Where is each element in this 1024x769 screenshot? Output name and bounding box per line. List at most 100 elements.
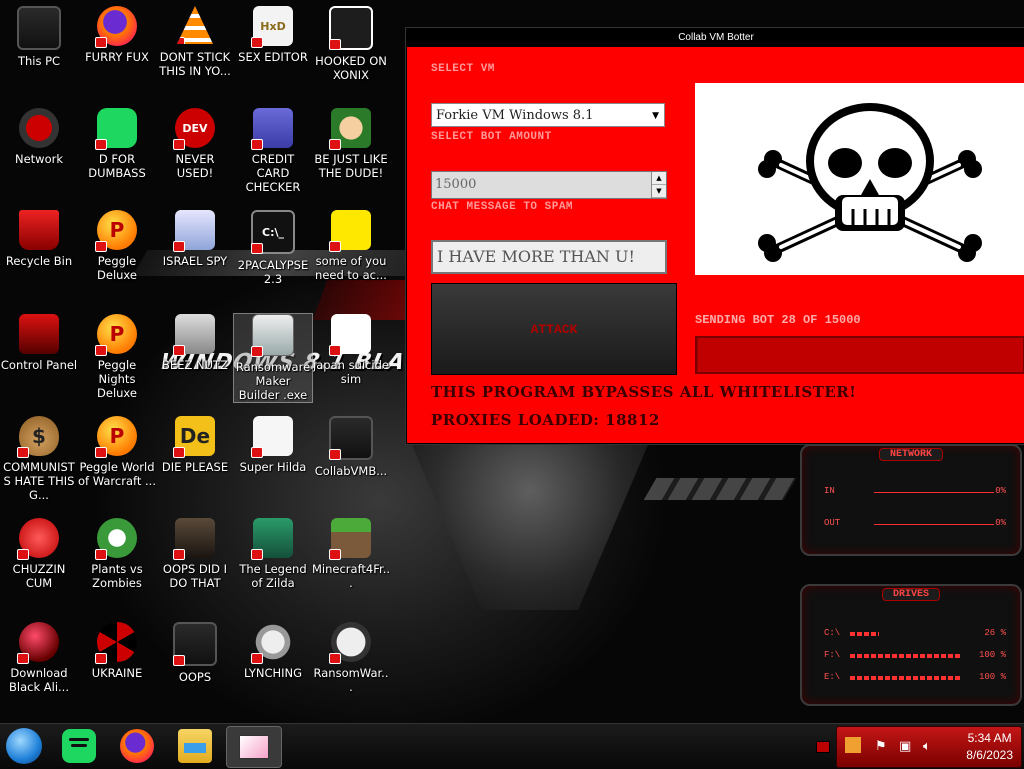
shortcut-badge-icon — [173, 655, 185, 666]
shortcut-badge-icon — [329, 139, 341, 150]
file-explorer-icon[interactable] — [178, 729, 212, 763]
shortcut-badge-icon — [329, 345, 341, 356]
desktop-icon-never-used[interactable]: DEV NEVER USED! — [156, 108, 234, 180]
desktop-icon-network[interactable]: Network — [0, 108, 78, 166]
spotify-icon[interactable] — [62, 729, 96, 763]
document-icon — [329, 314, 371, 356]
desktop-icon-the-legend-of-zilda[interactable]: The Legend of Zilda — [234, 518, 312, 590]
peggle-icon: P — [95, 210, 137, 252]
vm-select-value: Forkie VM Windows 8.1 — [436, 108, 594, 123]
desktop-icon-die-please[interactable]: De DIE PLEASE — [156, 416, 234, 474]
clock-time: 5:34 AM — [967, 731, 1012, 745]
firefox-icon[interactable] — [120, 729, 154, 763]
desktop-icon-beez-nutz[interactable]: BEEZ NUTZ — [156, 314, 234, 372]
desktop-icon-label: FURRY FUX — [85, 50, 149, 64]
monitor-icon — [173, 622, 217, 666]
desktop-icon-ukraine[interactable]: UKRAINE — [78, 622, 156, 680]
desktop-icon-oops[interactable]: OOPS — [156, 622, 234, 684]
desktop-icon-label: UKRAINE — [91, 666, 143, 680]
drive-label: E:\ — [824, 672, 841, 682]
tank-icon — [251, 622, 293, 664]
network-icon — [19, 108, 59, 148]
desktop-icon-this-pc[interactable]: This PC — [0, 6, 78, 68]
volume-icon[interactable]: 🔈︎ — [923, 739, 931, 754]
desktop-icon-label: SEX EDITOR — [238, 50, 308, 64]
app-tray-icon[interactable] — [845, 737, 861, 753]
desktop-icon-sex-editor[interactable]: HxD SEX EDITOR — [234, 6, 312, 64]
desktop-icon-label: Peggle Deluxe — [97, 254, 137, 282]
bot-amount-label: SELECT BOT AMOUNT — [431, 131, 552, 143]
desktop-icon-minecraft4fr[interactable]: Minecraft4Fr... — [312, 518, 390, 590]
shortcut-badge-icon — [95, 345, 107, 356]
zelda-icon — [251, 518, 293, 560]
taskbar: ⚑ ▣ 🔈︎ 5:34 AM 8/6/2023 — [0, 723, 1024, 769]
desktop-icon-chuzzin-cum[interactable]: CHUZZIN CUM — [0, 518, 78, 590]
drive-value: 26 % — [984, 628, 1006, 638]
desktop-icon-credit-card-checker[interactable]: CREDIT CARD CHECKER — [234, 108, 312, 194]
desktop-icon-lynching[interactable]: LYNCHING — [234, 622, 312, 680]
network-tray-icon[interactable]: ▣ — [899, 739, 911, 754]
sphere-icon — [17, 622, 59, 664]
shortcut-badge-icon — [251, 653, 263, 664]
desktop-icon-communists-hate-this-g[interactable]: $ COMMUNISTS HATE THIS G... — [0, 416, 78, 502]
desktop-icon-oops-did-i-do-that[interactable]: OOPS DID I DO THAT — [156, 518, 234, 590]
vm-select[interactable]: Forkie VM Windows 8.1 ▼ — [431, 103, 665, 127]
show-hidden-icons-icon[interactable] — [816, 741, 830, 753]
network-out-label: OUT — [824, 518, 841, 528]
desktop-icon-super-hilda[interactable]: Super Hilda — [234, 416, 312, 474]
shortcut-badge-icon — [329, 241, 341, 252]
desktop-icon-download-black-ali[interactable]: Download Black Ali... — [0, 622, 78, 694]
monitor-icon — [17, 6, 61, 50]
chat-message-input[interactable]: I HAVE MORE THAN U! — [431, 240, 667, 274]
collabvm-botter-taskbar-button[interactable] — [226, 726, 282, 768]
desktop-icon-be-just-like-the-dude[interactable]: BE JUST LIKE THE DUDE! — [312, 108, 390, 180]
desktop-icon-ransomwar[interactable]: RansomWar... — [312, 622, 390, 694]
desktop-icon-label: Minecraft4Fr... — [312, 562, 391, 590]
monitor-icon — [329, 416, 373, 460]
shortcut-badge-icon — [95, 447, 107, 458]
flag-icon[interactable]: ⚑ — [875, 739, 887, 754]
clock-date: 8/6/2023 — [966, 748, 1013, 762]
desktop-icon-d-for-dumbass[interactable]: D FOR DUMBASS — [78, 108, 156, 180]
desktop-icon-israel-spy[interactable]: ISRAEL SPY — [156, 210, 234, 268]
drive-value: 100 % — [978, 672, 1006, 682]
desktop-icon-label: Peggle World of Warcraft ... — [78, 460, 156, 488]
desktop-icon-peggle-nights-deluxe[interactable]: P Peggle Nights Deluxe — [78, 314, 156, 400]
start-orb-icon[interactable] — [6, 728, 42, 764]
desktop-icon-dont-stick-this-in-yo[interactable]: DONT STICK THIS IN YO... — [156, 6, 234, 78]
desktop-icon-label: CHUZZIN CUM — [12, 562, 66, 590]
desktop-icon-collabvmb[interactable]: CollabVMB... — [312, 416, 390, 478]
network-in-graph — [874, 492, 994, 493]
desktop-icon-ransomware-maker-builder-exe[interactable]: Ransomware Maker Builder .exe — [233, 313, 313, 403]
network-out-row: OUT 0% — [824, 518, 1006, 530]
bot-amount-value: 15000 — [435, 177, 477, 192]
desktop-icon-2pacalypse-2-3[interactable]: C:\_ 2PACALYPSE 2.3 — [234, 210, 312, 286]
desktop-icon-label: DIE PLEASE — [161, 460, 229, 474]
attack-button[interactable]: ATTACK — [431, 283, 677, 375]
desktop-icon-plants-vs-zombies[interactable]: Plants vs Zombies — [78, 518, 156, 590]
window-title[interactable]: Collab VM Botter — [407, 29, 1024, 47]
desktop-icon-label: HOOKED ON XONIX — [315, 54, 387, 82]
desktop-icon-control-panel[interactable]: Control Panel — [0, 314, 78, 372]
clock[interactable]: 5:34 AM 8/6/2023 — [966, 730, 1013, 764]
desktop-icon-hooked-on-xonix[interactable]: HOOKED ON XONIX — [312, 6, 390, 82]
control-panel-icon — [19, 314, 59, 354]
shortcut-badge-icon — [173, 549, 185, 560]
desktop-icon-recycle-bin[interactable]: Recycle Bin — [0, 210, 78, 268]
shortcut-badge-icon — [173, 447, 185, 458]
desktop-icon-furry-fux[interactable]: FURRY FUX — [78, 6, 156, 64]
desktop-icon-label: some of you need to ac... — [315, 254, 387, 282]
chevron-down-icon: ▼ — [652, 111, 659, 121]
desktop-icon-peggle-world-of-warcraft[interactable]: P Peggle World of Warcraft ... — [78, 416, 156, 488]
desktop-icon-japan-suicide-sim[interactable]: japan suicide sim — [312, 314, 390, 386]
stepper-up-icon[interactable]: ▲ — [652, 172, 666, 185]
vlc-cone-icon — [177, 6, 213, 44]
shortcut-badge-icon — [95, 549, 107, 560]
desktop-icon-label: DONT STICK THIS IN YO... — [159, 50, 231, 78]
terminal-icon: C:\_ — [251, 210, 295, 254]
stepper-down-icon[interactable]: ▼ — [652, 185, 666, 198]
desktop-icon-some-of-you-need-to-ac[interactable]: some of you need to ac... — [312, 210, 390, 282]
skull-crossbones-icon — [758, 103, 982, 262]
desktop-icon-peggle-deluxe[interactable]: P Peggle Deluxe — [78, 210, 156, 282]
bot-amount-stepper[interactable]: 15000 ▲ ▼ — [431, 171, 667, 199]
